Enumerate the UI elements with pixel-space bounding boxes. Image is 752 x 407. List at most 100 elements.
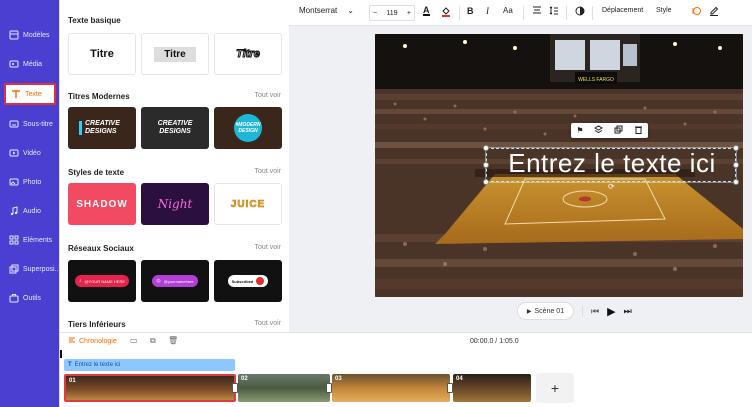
rail-label: Sous-titre xyxy=(23,120,53,128)
duplicate-icon[interactable] xyxy=(614,125,623,137)
skip-forward-icon[interactable]: ⏭ xyxy=(624,306,632,317)
spacing-button[interactable] xyxy=(549,6,559,17)
clip-number: 04 xyxy=(456,376,463,382)
rotate-handle[interactable]: ⟳ xyxy=(608,180,617,191)
resize-handle[interactable] xyxy=(483,179,489,185)
playhead[interactable] xyxy=(60,350,62,358)
resize-handle[interactable] xyxy=(483,162,489,168)
align-center-icon xyxy=(532,6,542,17)
rail-item-photo[interactable]: Photo xyxy=(4,171,56,193)
edit-button[interactable] xyxy=(709,6,719,18)
resize-handle[interactable] xyxy=(733,162,739,168)
resize-handle[interactable] xyxy=(733,145,739,151)
timeline-icon xyxy=(68,336,76,346)
clip-number: 01 xyxy=(69,378,76,384)
text-color-button[interactable]: A xyxy=(423,6,430,16)
align-button[interactable] xyxy=(532,6,542,17)
text-case-button[interactable]: Aa xyxy=(503,6,513,15)
clip-01[interactable]: 01 xyxy=(64,374,236,402)
tile-label: Titre xyxy=(236,48,261,61)
social-tile-2[interactable]: ◎ @yournamehere xyxy=(141,260,209,302)
text-overlay-box[interactable]: Entrez le texte ici ⟳ xyxy=(483,145,739,191)
rail-item-tools[interactable]: Outils xyxy=(4,287,56,309)
subtitle-toggle-icon[interactable]: ▭ xyxy=(130,336,138,345)
basic-title-tile-2[interactable]: Titre xyxy=(141,33,209,75)
size-decrease-button[interactable]: − xyxy=(373,10,377,17)
rail-item-templates[interactable]: Modèles xyxy=(4,24,56,46)
clip-number: 03 xyxy=(335,376,342,382)
clip-03[interactable]: 03 xyxy=(332,374,450,402)
trash-icon[interactable] xyxy=(634,125,643,137)
rail-item-audio[interactable]: Audio xyxy=(4,200,56,222)
social-tile-3[interactable]: Subscribed xyxy=(214,260,282,302)
styles-see-all-link[interactable]: Tout voir xyxy=(255,168,281,175)
fill-color-button[interactable] xyxy=(441,6,451,19)
media-icon xyxy=(9,59,19,69)
scene-selector[interactable]: ▶ Scène 01 xyxy=(517,302,574,320)
modern-see-all-link[interactable]: Tout voir xyxy=(255,92,281,99)
add-clip-button[interactable]: + xyxy=(536,373,574,403)
rail-label: Vidéo xyxy=(23,149,41,157)
social-see-all-link[interactable]: Tout voir xyxy=(255,244,281,251)
text-icon xyxy=(11,89,21,99)
clip-02[interactable]: 02 xyxy=(238,374,330,402)
section-lower-title: Tiers Inférieurs xyxy=(68,320,126,329)
effects-button[interactable] xyxy=(691,6,702,18)
timeline-tab[interactable]: Chronologie xyxy=(68,336,117,346)
audio-icon xyxy=(9,206,19,216)
basic-title-tile-1[interactable]: Titre xyxy=(68,33,136,75)
italic-button[interactable]: I xyxy=(486,6,489,16)
social-pill: ◎ @yournamehere xyxy=(152,275,198,287)
style-tile-night[interactable]: Night xyxy=(141,183,209,225)
rail-label: Photo xyxy=(23,178,42,186)
modern-title-tile-1[interactable]: CREATIVE DESIGNS xyxy=(68,107,136,149)
rail-item-subtitle[interactable]: Sous-titre xyxy=(4,113,56,135)
overlay-icon xyxy=(9,264,19,274)
font-size-stepper[interactable]: − 119 + xyxy=(369,5,415,21)
tile-label: CREATIVE DESIGNS xyxy=(157,120,193,135)
pen-icon xyxy=(709,6,719,18)
clip-04[interactable]: 04 xyxy=(453,374,531,402)
rail-label: Média xyxy=(23,60,43,68)
style-tile-shadow[interactable]: SHADOW xyxy=(68,183,136,225)
duplicate-icon[interactable]: ⧉ xyxy=(150,336,156,346)
divider xyxy=(523,6,524,20)
rail-item-media[interactable]: Média xyxy=(4,53,56,75)
elements-icon xyxy=(9,235,19,245)
basic-title-tile-3[interactable]: Titre xyxy=(214,33,282,75)
font-select[interactable]: Montserrat ⌄ xyxy=(299,6,354,15)
timeline-label: Chronologie xyxy=(79,337,117,345)
rail-item-overlay[interactable]: Superposi... xyxy=(4,258,60,280)
style-menu[interactable]: Style xyxy=(656,7,672,14)
left-rail: Modèles Média Texte Sous-titre Vidéo Pho… xyxy=(0,0,60,407)
tile-label: SHADOW xyxy=(76,198,128,210)
social-tile-1[interactable]: ♪ @YOUR NAME HERE xyxy=(68,260,136,302)
skip-back-icon[interactable]: ⏮ xyxy=(591,306,599,317)
section-basic-title: Texte basique xyxy=(68,16,121,25)
text-track-label: Entrez le texte ici xyxy=(74,362,121,368)
rail-item-video[interactable]: Vidéo xyxy=(4,142,56,164)
resize-handle[interactable] xyxy=(483,145,489,151)
trash-icon[interactable]: 🗑 xyxy=(168,336,178,345)
move-menu[interactable]: Déplacement xyxy=(602,7,643,14)
rail-item-text[interactable]: Texte xyxy=(4,83,56,105)
opacity-button[interactable] xyxy=(575,6,585,18)
layers-icon[interactable] xyxy=(594,124,604,137)
video-preview[interactable]: WELLS FARGO Entrez le texte ici ⟳ xyxy=(375,34,743,297)
social-pill: ♪ @YOUR NAME HERE xyxy=(74,275,129,287)
modern-title-tile-3[interactable]: #MODERN DESIGN xyxy=(214,107,282,149)
play-icon[interactable]: ▶ xyxy=(607,305,615,318)
size-increase-button[interactable]: + xyxy=(407,10,411,17)
flag-icon[interactable]: ⚑ xyxy=(576,126,583,135)
tools-icon xyxy=(9,293,19,303)
rail-item-elements[interactable]: Eléments xyxy=(4,229,56,251)
overlay-text[interactable]: Entrez le texte ici xyxy=(487,148,737,179)
modern-title-tile-2[interactable]: CREATIVE DESIGNS xyxy=(141,107,209,149)
bold-button[interactable]: B xyxy=(467,6,474,16)
text-track-item[interactable]: T Entrez le texte ici xyxy=(64,359,235,371)
lower-see-all-link[interactable]: Tout voir xyxy=(255,320,281,327)
style-tile-juice[interactable]: JUICE xyxy=(214,183,282,225)
section-modern-title: Titres Modernes xyxy=(68,92,130,101)
font-size-value[interactable]: 119 xyxy=(386,10,397,17)
resize-handle[interactable] xyxy=(733,179,739,185)
